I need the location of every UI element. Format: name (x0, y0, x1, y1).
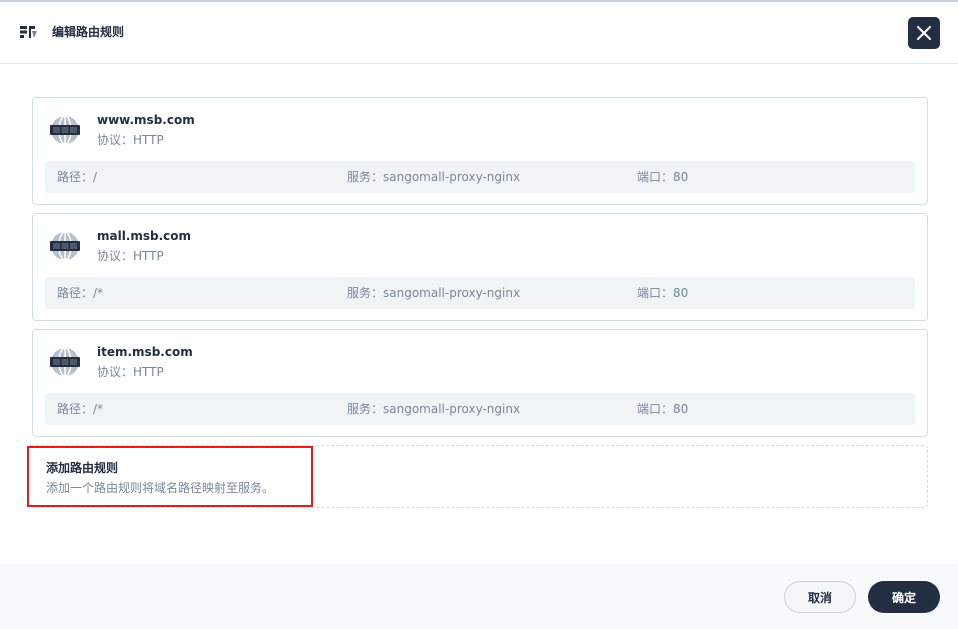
close-button[interactable] (908, 17, 940, 49)
rule-host: www.msb.com (97, 113, 195, 127)
dialog-body: www.msb.com 协议：HTTP 路径：/ 服务：sangomall-pr… (20, 84, 940, 516)
rule-port: 端口：80 (637, 170, 689, 184)
rule-service: 服务：sangomall-proxy-nginx (347, 170, 521, 184)
close-icon (917, 26, 931, 40)
add-rule-description: 添加一个路由规则将域名路径映射至服务。 (46, 481, 275, 495)
rule-host: mall.msb.com (97, 229, 192, 243)
rule-path: 路径：/* (57, 286, 104, 300)
rule-path: 路径：/ (57, 170, 98, 184)
dialog-title: 编辑路由规则 (52, 25, 125, 39)
globe-icon (50, 231, 80, 261)
route-rule-card[interactable]: mall.msb.com 协议：HTTP 路径：/* 服务：sangomall-… (32, 213, 928, 321)
route-rule-card[interactable]: www.msb.com 协议：HTTP 路径：/ 服务：sangomall-pr… (32, 97, 928, 205)
rule-detail-bar: 路径：/* 服务：sangomall-proxy-nginx 端口：80 (45, 393, 915, 425)
add-rule-title: 添加路由规则 (46, 461, 119, 475)
cancel-button[interactable]: 取消 (784, 581, 856, 613)
rule-port: 端口：80 (637, 402, 689, 416)
route-rule-card[interactable]: item.msb.com 协议：HTTP 路径：/* 服务：sangomall-… (32, 329, 928, 437)
rule-host: item.msb.com (97, 345, 193, 359)
route-rules-icon (20, 26, 37, 38)
rule-protocol: 协议：HTTP (97, 133, 164, 147)
dialog-header: 编辑路由规则 (0, 2, 958, 64)
rule-path: 路径：/* (57, 402, 104, 416)
rule-service: 服务：sangomall-proxy-nginx (347, 286, 521, 300)
rule-detail-bar: 路径：/ 服务：sangomall-proxy-nginx 端口：80 (45, 161, 915, 193)
add-route-rule-button[interactable]: 添加路由规则 添加一个路由规则将域名路径映射至服务。 (27, 445, 928, 508)
edit-route-rules-dialog: 编辑路由规则 www.msb.com 协议：HTTP 路径：/ 服务：sango… (0, 0, 958, 629)
globe-icon (50, 347, 80, 377)
rule-protocol: 协议：HTTP (97, 365, 164, 379)
rule-protocol: 协议：HTTP (97, 249, 164, 263)
globe-icon (50, 115, 80, 145)
rule-port: 端口：80 (637, 286, 689, 300)
dialog-footer: 取消 确定 (0, 564, 958, 629)
rule-detail-bar: 路径：/* 服务：sangomall-proxy-nginx 端口：80 (45, 277, 915, 309)
confirm-button[interactable]: 确定 (868, 581, 940, 613)
rule-service: 服务：sangomall-proxy-nginx (347, 402, 521, 416)
